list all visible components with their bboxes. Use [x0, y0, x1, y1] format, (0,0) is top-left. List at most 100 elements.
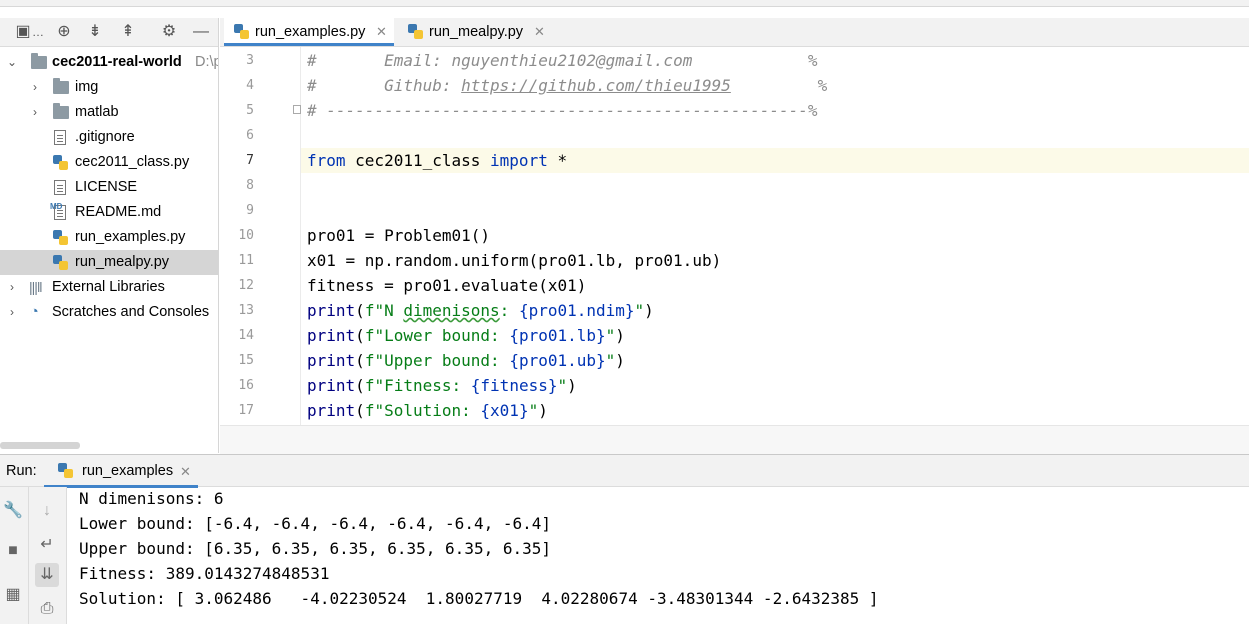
tab-run-examples[interactable]: run_examples.py ✕	[224, 18, 394, 46]
tree-item-label: Scratches and Consoles	[52, 304, 210, 320]
editor-tabs: run_examples.py ✕ run_mealpy.py ✕	[220, 18, 1249, 47]
line-number: 14	[238, 328, 254, 343]
stop-icon[interactable]: ■	[1, 539, 25, 563]
code-line-11: x01 = np.random.uniform(pro01.lb, pro01.…	[307, 251, 722, 270]
line-number: 3	[246, 53, 254, 68]
console-line: N dimenisons: 6	[79, 489, 224, 508]
tree-root[interactable]: ⌄ cec2011-real-world D:\p	[0, 50, 218, 75]
gitignore-file-icon	[54, 130, 66, 145]
tree-item-label: img	[75, 79, 99, 95]
console-line: Lower bound: [-6.4, -6.4, -6.4, -6.4, -6…	[79, 514, 552, 533]
tree-item-label: cec2011_class.py	[75, 154, 190, 170]
project-toolbar: ▣ … ⊕ ⇟ ⇞ ⚙ —	[0, 18, 218, 47]
gear-icon[interactable]: ⚙	[158, 21, 180, 43]
line-number: 16	[238, 378, 254, 393]
line-number: 9	[246, 203, 254, 218]
close-icon[interactable]: ✕	[534, 18, 545, 46]
tree-item-license[interactable]: LICENSE	[0, 175, 218, 200]
code-line-13: print(f"N dimenisons: {pro01.ndim}")	[307, 301, 654, 320]
root-name: cec2011-real-world	[52, 54, 182, 70]
tab-run-examples-console[interactable]: run_examples ✕	[44, 455, 198, 488]
tree-item-img[interactable]: › img	[0, 75, 218, 100]
code-line-7: from cec2011_class import *	[307, 151, 568, 170]
line-number: 8	[246, 178, 254, 193]
code-line-4: # Github: https://github.com/thieu1995 %	[307, 76, 828, 95]
root-path: D:\p	[195, 54, 218, 70]
project-view-icon[interactable]: ▣	[12, 21, 34, 43]
line-number: 11	[238, 253, 254, 268]
tab-label: run_mealpy.py	[429, 24, 524, 40]
code-line-3: # Email: nguyenthieu2102@gmail.com %	[307, 51, 818, 70]
python-file-icon	[53, 230, 68, 245]
run-tab-label: run_examples	[82, 463, 174, 479]
chevron-right-icon[interactable]: ›	[29, 75, 41, 100]
chevron-right-icon[interactable]: ›	[6, 300, 18, 325]
folder-icon	[53, 78, 69, 94]
window-top-strip	[0, 0, 1249, 7]
fold-icon[interactable]	[293, 105, 301, 114]
run-side-toolbar: 🔧 ■ ▦	[0, 487, 29, 624]
soft-wrap-icon[interactable]: ↵	[35, 533, 59, 557]
code-editor[interactable]: 3 4 5 6 7 8 9 10 11 12 13 14 15 16 17 # …	[220, 47, 1249, 425]
tree-item-run-examples[interactable]: run_examples.py	[0, 225, 218, 250]
line-number: 13	[238, 303, 254, 318]
python-file-icon	[53, 155, 68, 170]
code-line-17: print(f"Solution: {x01}")	[307, 401, 548, 420]
line-number: 12	[238, 278, 254, 293]
tree-item-label: .gitignore	[75, 129, 135, 145]
tree-item-readme[interactable]: MD README.md	[0, 200, 218, 225]
print-icon[interactable]: ⎙	[35, 597, 59, 621]
dropdown-icon[interactable]: …	[32, 21, 44, 43]
chevron-right-icon[interactable]: ›	[29, 100, 41, 125]
arrow-down-icon[interactable]: ↓	[35, 499, 59, 523]
run-toolbar: Run: run_examples ✕	[0, 454, 1249, 488]
line-number: 10	[238, 228, 254, 243]
md-badge: MD	[50, 202, 63, 211]
tree-item-label: matlab	[75, 104, 119, 120]
tree-item-scratches[interactable]: › ◔ Scratches and Consoles	[0, 300, 218, 325]
tree-item-run-mealpy[interactable]: run_mealpy.py	[0, 250, 218, 275]
python-file-icon	[234, 24, 249, 39]
close-icon[interactable]: ✕	[180, 455, 191, 488]
tree-item-label: run_mealpy.py	[75, 254, 170, 270]
code-line-14: print(f"Lower bound: {pro01.lb}")	[307, 326, 625, 345]
code-line-10: pro01 = Problem01()	[307, 226, 491, 245]
locate-icon[interactable]: ⊕	[53, 21, 75, 43]
expand-all-icon[interactable]: ⇟	[84, 21, 106, 43]
tree-item-gitignore[interactable]: .gitignore	[0, 125, 218, 150]
tree-item-external-libraries[interactable]: › |||‖ External Libraries	[0, 275, 218, 300]
chevron-right-icon[interactable]: ›	[6, 275, 18, 300]
run-label: Run:	[6, 463, 37, 479]
console-line: Solution: [ 3.062486 -4.02230524 1.80027…	[79, 589, 879, 608]
github-link[interactable]: https://github.com/thieu1995	[461, 76, 731, 95]
library-icon: |||‖	[29, 279, 43, 295]
wrench-icon[interactable]: 🔧	[1, 499, 25, 523]
horizontal-scrollbar[interactable]	[0, 442, 80, 449]
code-line-5: # --------------------------------------…	[307, 101, 818, 120]
tree-item-label: README.md	[75, 204, 162, 220]
python-file-icon	[408, 24, 423, 39]
line-number: 15	[238, 353, 254, 368]
minimize-icon[interactable]: —	[190, 21, 212, 43]
console-line: Fitness: 389.0143274848531	[79, 564, 330, 583]
chevron-down-icon[interactable]: ⌄	[6, 50, 18, 75]
code-line-12: fitness = pro01.evaluate(x01)	[307, 276, 587, 295]
close-icon[interactable]: ✕	[376, 18, 387, 46]
scroll-to-end-icon[interactable]: ⇊	[35, 563, 59, 587]
tree-item-cec2011-class[interactable]: cec2011_class.py	[0, 150, 218, 175]
text-file-icon	[54, 180, 66, 195]
line-number: 4	[246, 78, 254, 93]
line-number: 7	[246, 153, 254, 168]
tab-run-mealpy[interactable]: run_mealpy.py ✕	[398, 18, 558, 46]
tree-item-matlab[interactable]: › matlab	[0, 100, 218, 125]
tree-item-label: External Libraries	[52, 279, 165, 295]
layout-icon[interactable]: ▦	[1, 583, 25, 607]
editor-breadcrumb-bar	[220, 425, 1249, 454]
console-line: Upper bound: [6.35, 6.35, 6.35, 6.35, 6.…	[79, 539, 552, 558]
code-line-16: print(f"Fitness: {fitness}")	[307, 376, 577, 395]
line-number: 17	[238, 403, 254, 418]
collapse-all-icon[interactable]: ⇞	[117, 21, 139, 43]
tab-label: run_examples.py	[255, 24, 366, 40]
line-number-gutter: 3 4 5 6 7 8 9 10 11 12 13 14 15 16 17	[220, 47, 301, 425]
tree-item-label: LICENSE	[75, 179, 138, 195]
